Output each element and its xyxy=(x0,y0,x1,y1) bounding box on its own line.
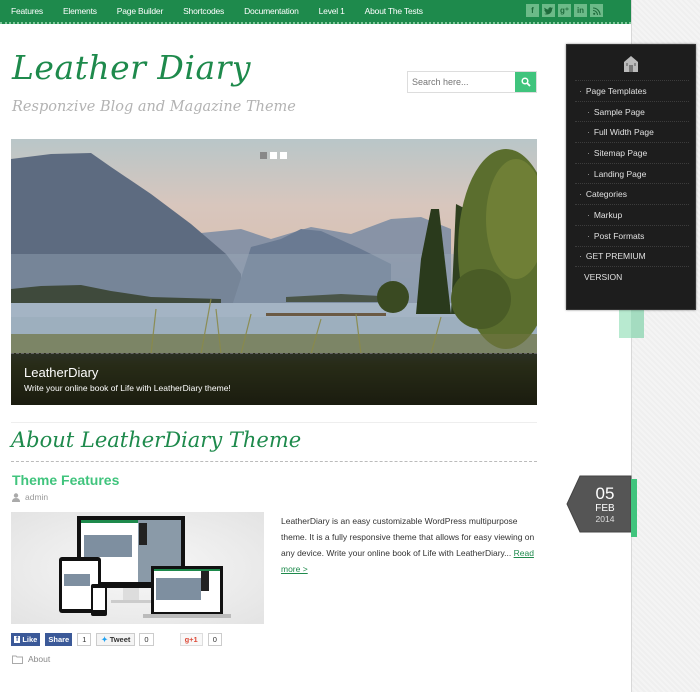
side-menu-item-label: Page Templates xyxy=(585,85,647,96)
home-icon[interactable] xyxy=(624,56,638,77)
side-menu-item-get-premium[interactable]: · GET PREMIUM xyxy=(575,245,689,267)
search-input[interactable] xyxy=(408,72,515,92)
post-excerpt-text: LeatherDiary is an easy customizable Wor… xyxy=(281,516,535,558)
tweet-count: 0 xyxy=(139,633,154,646)
bullet-icon: · xyxy=(579,251,582,262)
date-day: 05 xyxy=(595,484,615,503)
top-navigation: Features Elements Page Builder Shortcode… xyxy=(0,0,631,24)
responsive-devices-image xyxy=(59,516,231,618)
bullet-icon: · xyxy=(587,127,590,138)
side-menu-item-label: Sample Page xyxy=(593,106,645,117)
section-title: About LeatherDiary Theme xyxy=(11,428,302,452)
folder-icon xyxy=(12,655,23,664)
side-menu-item-label: Categories xyxy=(585,189,627,200)
divider-dotted xyxy=(11,461,537,462)
side-menu-item-label: Landing Page xyxy=(593,168,647,179)
nav-item-level-1[interactable]: Level 1 xyxy=(308,6,354,16)
side-menu-tab-shade xyxy=(631,310,644,338)
bullet-icon: · xyxy=(579,85,582,96)
side-menu-item-post-formats[interactable]: · Post Formats xyxy=(575,224,689,246)
side-menu-item-label: Post Formats xyxy=(593,230,645,241)
category-label: About xyxy=(28,654,51,664)
side-menu-item-sample-page[interactable]: · Sample Page xyxy=(575,100,689,122)
post-title[interactable]: Theme Features xyxy=(12,472,119,488)
twitter-icon: ✦ xyxy=(101,635,108,644)
twitter-icon[interactable] xyxy=(542,4,555,17)
slider-caption-title: LeatherDiary xyxy=(24,365,99,380)
slider-dot-1[interactable] xyxy=(260,152,267,159)
date-accent-bar xyxy=(631,479,637,537)
side-menu-item-full-width-page[interactable]: · Full Width Page xyxy=(575,121,689,142)
slider-pagination xyxy=(260,152,287,159)
post-thumbnail[interactable] xyxy=(11,512,264,624)
page-content: Features Elements Page Builder Shortcode… xyxy=(0,0,631,692)
bullet-icon: · xyxy=(579,189,582,200)
side-menu-item-label: Markup xyxy=(593,209,623,220)
date-year: 2014 xyxy=(595,514,615,524)
top-menu: Features Elements Page Builder Shortcode… xyxy=(0,0,432,22)
nav-item-shortcodes[interactable]: Shortcodes xyxy=(172,6,233,16)
facebook-icon: f xyxy=(14,636,21,643)
side-menu-item-sitemap-page[interactable]: · Sitemap Page xyxy=(575,142,689,163)
facebook-share-button[interactable]: Share xyxy=(45,633,73,646)
share-buttons: f Like Share 1 ✦ Tweet 0 g +1 0 xyxy=(11,633,222,646)
slider-dot-2[interactable] xyxy=(270,152,277,159)
linkedin-icon[interactable]: in xyxy=(574,4,587,17)
search-icon xyxy=(520,77,531,87)
bullet-icon: · xyxy=(587,106,590,117)
rss-icon[interactable] xyxy=(590,4,603,17)
side-menu-item-landing-page[interactable]: · Landing Page xyxy=(575,162,689,184)
tweet-label: Tweet xyxy=(109,635,131,644)
site-tagline: Responzive Blog and Magazine Theme xyxy=(12,99,296,115)
social-links: f g⁺ in xyxy=(526,4,603,17)
google-plus-label: +1 xyxy=(189,635,198,644)
post-category[interactable]: About xyxy=(12,654,50,664)
nav-item-about-the-tests[interactable]: About The Tests xyxy=(354,6,432,16)
side-menu-item-markup[interactable]: · Markup xyxy=(575,204,689,225)
side-menu-list: · Page Templates · Sample Page · Full Width… xyxy=(575,80,689,287)
author-name[interactable]: admin xyxy=(25,492,48,502)
post-excerpt: LeatherDiary is an easy customizable Wor… xyxy=(281,513,539,577)
facebook-share-count: 1 xyxy=(77,633,92,646)
nav-item-elements[interactable]: Elements xyxy=(52,6,106,16)
side-menu: · Page Templates · Sample Page · Full Width… xyxy=(566,44,696,310)
slider-caption: LeatherDiary Write your online book of L… xyxy=(11,353,537,405)
user-icon xyxy=(12,492,20,502)
bullet-icon: · xyxy=(587,147,590,158)
facebook-like-label: Like xyxy=(22,635,38,644)
side-menu-item-label: Full Width Page xyxy=(593,127,654,138)
google-plus-count: 0 xyxy=(207,633,222,646)
bullet-icon: · xyxy=(587,230,590,241)
side-menu-item-label: VERSION xyxy=(584,272,623,283)
google-plus-icon[interactable]: g⁺ xyxy=(558,4,571,17)
google-plus-one-button[interactable]: g +1 xyxy=(179,633,203,646)
facebook-like-button[interactable]: f Like xyxy=(11,633,41,646)
nav-item-documentation[interactable]: Documentation xyxy=(233,6,308,16)
slider-dot-3[interactable] xyxy=(280,152,287,159)
side-menu-item-version[interactable]: VERSION xyxy=(575,266,689,287)
post-author: admin xyxy=(12,492,48,502)
bullet-icon: · xyxy=(587,168,590,179)
side-menu-item-categories[interactable]: · Categories xyxy=(575,183,689,204)
search-button[interactable] xyxy=(515,72,536,92)
post-date-badge: 05 FEB 2014 xyxy=(566,475,632,533)
side-menu-item-label: Sitemap Page xyxy=(593,147,648,158)
tweet-button[interactable]: ✦ Tweet xyxy=(96,633,136,646)
site-logo[interactable]: Leather Diary xyxy=(12,48,251,87)
search-form xyxy=(407,71,537,93)
nav-item-features[interactable]: Features xyxy=(0,6,52,16)
divider xyxy=(11,422,537,423)
side-menu-item-label: GET PREMIUM xyxy=(585,251,646,262)
slider-caption-text: Write your online book of Life with Leat… xyxy=(24,383,231,393)
date-month: FEB xyxy=(595,503,615,514)
bullet-icon: · xyxy=(587,209,590,220)
nav-item-page-builder[interactable]: Page Builder xyxy=(106,6,172,16)
image-slider[interactable]: LeatherDiary Write your online book of L… xyxy=(11,139,537,405)
side-menu-item-page-templates[interactable]: · Page Templates xyxy=(575,80,689,101)
facebook-icon[interactable]: f xyxy=(526,4,539,17)
